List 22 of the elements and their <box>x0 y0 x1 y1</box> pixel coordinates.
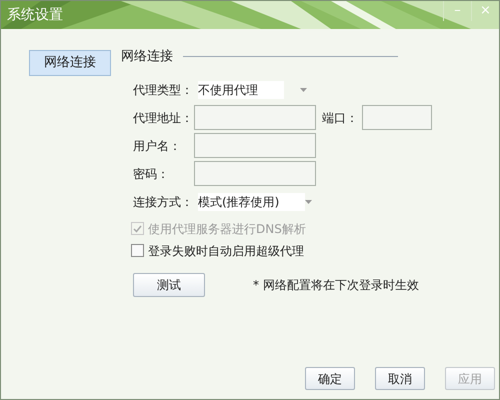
text-field[interactable] <box>194 105 316 130</box>
dropdown-arrow-icon <box>300 88 307 92</box>
field-label: 代理类型： <box>133 82 194 98</box>
field-label: 代理地址： <box>133 110 194 126</box>
section-title: 网络连接 <box>121 48 173 66</box>
dropdown-arrow-icon <box>305 200 312 204</box>
text-field[interactable] <box>194 161 316 186</box>
dialog-button[interactable]: 取消 <box>375 367 425 390</box>
field-label: 用户名： <box>133 138 182 154</box>
port-field[interactable] <box>362 105 432 130</box>
checkmark-icon <box>133 224 142 232</box>
field-label: 端口： <box>322 110 359 126</box>
sidebar-tab[interactable]: 网络连接 <box>29 50 111 76</box>
test-button[interactable]: 测试 <box>133 272 205 296</box>
dialog-button[interactable]: 确定 <box>305 367 355 390</box>
text-field[interactable] <box>194 133 316 158</box>
window-title: 系统设置 <box>7 6 63 24</box>
field-label: 密码： <box>133 166 170 182</box>
note-text: * 网络配置将在下次登录时生效 <box>253 276 419 294</box>
checkbox[interactable] <box>131 244 144 257</box>
checkbox-option[interactable]: 登录失败时自动启用超级代理 <box>131 242 432 258</box>
field-label: 连接方式： <box>133 194 194 210</box>
